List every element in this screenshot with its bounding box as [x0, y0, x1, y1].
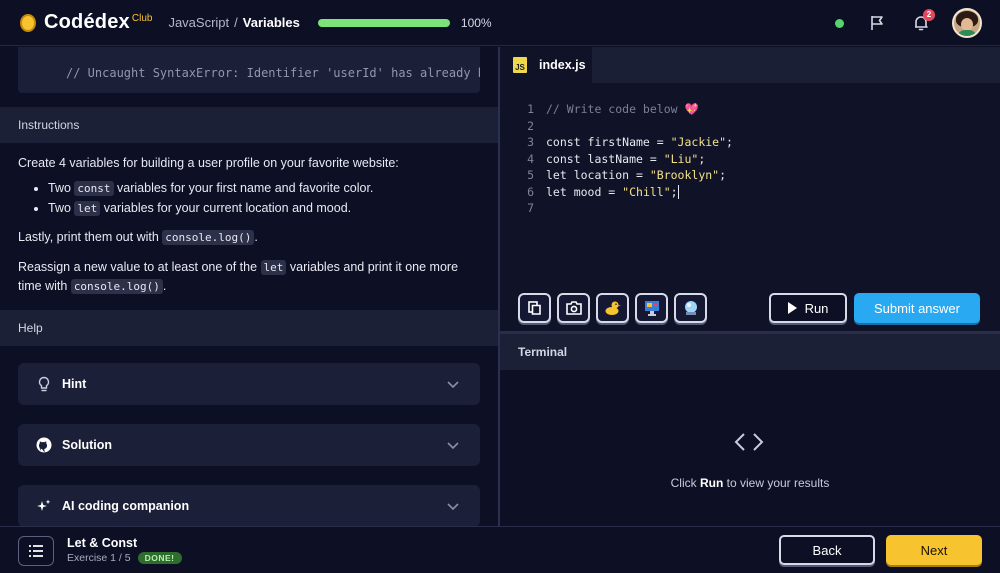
- code-line: 2: [527, 118, 534, 133]
- code-line: 7: [527, 201, 534, 215]
- ai-companion-accordion[interactable]: AI coding companion: [18, 485, 480, 526]
- breadcrumb-separator: /: [234, 15, 238, 30]
- hint-accordion[interactable]: Hint: [18, 363, 480, 405]
- lesson-title: Let & Const: [67, 536, 138, 550]
- top-bar: Codédex Club JavaScript / Variables 100% 2: [0, 0, 1000, 46]
- rubber-duck-button[interactable]: [596, 293, 629, 323]
- coin-logo-icon: [20, 13, 36, 32]
- github-icon: [36, 437, 52, 453]
- code-line: 6 let mood = "Chill";: [527, 184, 679, 199]
- back-button[interactable]: Back: [779, 535, 875, 565]
- instructions-body: Create 4 variables for building a user p…: [18, 154, 483, 307]
- text-cursor: [677, 185, 679, 199]
- inline-code: const: [74, 181, 114, 196]
- error-line: // Uncaught SyntaxError: Identifier 'use…: [66, 66, 480, 80]
- copy-button[interactable]: [518, 293, 551, 323]
- ai-companion-label: AI coding companion: [62, 499, 190, 513]
- logo-club-label: Club: [131, 13, 153, 24]
- list-icon: [29, 545, 43, 557]
- code-brackets-icon: [734, 433, 764, 451]
- run-label: Run: [804, 300, 829, 316]
- exercise-progress: Exercise 1 / 5 DONE!: [67, 552, 182, 564]
- hint-label: Hint: [62, 377, 87, 391]
- screenshot-button[interactable]: [557, 293, 590, 323]
- instructions-print-step: Lastly, print them out with console.log(…: [18, 230, 258, 245]
- code-line: 1// Write code below 💖: [527, 102, 699, 116]
- terminal-panel: Terminal Click Run to view your results: [500, 331, 1000, 526]
- run-button[interactable]: Run: [769, 293, 847, 323]
- code-line: 5 let location = "Brooklyn";: [527, 168, 727, 182]
- inline-code: console.log(): [162, 230, 255, 245]
- solution-label: Solution: [62, 438, 112, 452]
- inline-code: let: [260, 260, 287, 275]
- crystal-ball-icon: [684, 301, 697, 315]
- logo-text: Codédex: [44, 11, 130, 33]
- progress-percent: 100%: [460, 15, 492, 30]
- help-header: Help: [0, 310, 498, 346]
- terminal-empty-message: Click Run to view your results: [670, 476, 830, 490]
- javascript-file-icon: JS: [513, 57, 527, 73]
- breadcrumb-lesson: Variables: [242, 15, 300, 30]
- tab-label: index.js: [539, 58, 586, 72]
- list-item: Two let variables for your current locat…: [48, 199, 483, 218]
- crystal-ball-button[interactable]: [674, 293, 707, 323]
- code-line: 4 const lastName = "Liu";: [527, 151, 706, 166]
- progress-bar-fill: [317, 18, 450, 27]
- rubber-duck-icon: [605, 301, 621, 315]
- pixel-art-button[interactable]: [635, 293, 668, 323]
- editor-tab-bar: JS index.js: [500, 47, 1000, 83]
- logo[interactable]: Codédex Club: [20, 11, 152, 34]
- sparkle-icon: [36, 498, 52, 514]
- exercise-counter: Exercise 1 / 5: [67, 552, 131, 564]
- code-line: 3 const firstName = "Jackie";: [527, 135, 733, 149]
- instructions-header: Instructions: [0, 107, 498, 143]
- instructions-reassign-step: Reassign a new value to at least one of …: [18, 260, 459, 294]
- progress-bar: [317, 18, 450, 27]
- copy-icon: [527, 301, 541, 315]
- chevron-down-icon: [447, 381, 459, 389]
- tab-index-js[interactable]: JS index.js: [500, 47, 592, 83]
- exercise-list-button[interactable]: [18, 536, 54, 566]
- list-item: Two const variables for your first name …: [48, 179, 483, 198]
- submit-answer-button[interactable]: Submit answer: [854, 293, 980, 323]
- instructions-panel: // Uncaught SyntaxError: Identifier 'use…: [0, 47, 498, 526]
- avatar[interactable]: [952, 8, 982, 38]
- instructions-list: Two const variables for your first name …: [48, 179, 483, 218]
- camera-icon: [565, 301, 582, 315]
- notification-count-badge: 2: [923, 9, 935, 21]
- code-editor: JS index.js 1// Write code below 💖 2 3 co…: [500, 47, 1000, 331]
- notifications-button[interactable]: 2: [912, 9, 935, 32]
- chevron-down-icon: [447, 503, 459, 511]
- terminal-header: Terminal: [500, 334, 1000, 370]
- flag-icon[interactable]: [868, 14, 886, 32]
- online-status-dot: [835, 18, 844, 28]
- inline-code: console.log(): [70, 279, 163, 294]
- solution-accordion[interactable]: Solution: [18, 424, 480, 466]
- bottom-bar: Let & Const Exercise 1 / 5 DONE! Back Ne…: [0, 526, 1000, 573]
- breadcrumb: JavaScript / Variables: [168, 15, 299, 30]
- done-badge: DONE!: [137, 552, 182, 564]
- monitor-icon: [644, 301, 659, 316]
- chevron-down-icon: [447, 442, 459, 450]
- next-button[interactable]: Next: [886, 535, 982, 565]
- editor-toolbar: [518, 293, 713, 323]
- lightbulb-icon: [36, 376, 52, 392]
- code-area[interactable]: 1// Write code below 💖 2 3 const firstNam…: [500, 101, 1000, 217]
- breadcrumb-course[interactable]: JavaScript: [168, 15, 229, 30]
- inline-code: let: [74, 201, 101, 216]
- previous-output-box: // Uncaught SyntaxError: Identifier 'use…: [18, 47, 480, 93]
- instructions-intro: Create 4 variables for building a user p…: [18, 156, 399, 170]
- play-icon: [787, 302, 797, 314]
